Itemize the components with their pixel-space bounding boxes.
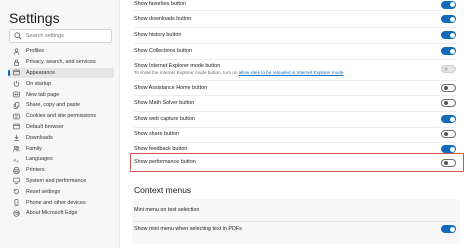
languages-icon: Aa: [12, 155, 20, 163]
sidebar-item-label: On startup: [26, 80, 52, 87]
downloads-toggle[interactable]: [441, 15, 456, 23]
setting-label: Show share button: [134, 130, 179, 137]
sidebar-item-label: Cookies and site permissions: [26, 113, 97, 120]
search-icon: [14, 32, 22, 40]
sidebar-nav: Profiles Privacy, search, and services A…: [8, 46, 114, 219]
sidebar-item-label: Family: [26, 145, 42, 152]
setting-row-downloads: Show downloads button: [134, 12, 456, 26]
sidebar-item-label: Privacy, search, and services: [26, 59, 96, 66]
system-icon: [12, 177, 20, 185]
sidebar-item-downloads[interactable]: Downloads: [8, 132, 114, 143]
ie-mode-toggle[interactable]: [441, 65, 456, 73]
sidebar-item-reset-settings[interactable]: Reset settings: [8, 186, 114, 197]
settings-main: Show favorites button Show downloads but…: [120, 0, 474, 248]
sidebar-item-languages[interactable]: Aa Languages: [8, 154, 114, 165]
row-divider: [134, 10, 456, 11]
setting-label: Show favorites button: [134, 1, 186, 8]
sidebar-item-label: Printers: [26, 167, 45, 174]
sidebar-item-share-copy-paste[interactable]: Share, copy and paste: [8, 100, 114, 111]
sidebar-item-label: Reset settings: [26, 188, 61, 195]
sidebar-item-system-performance[interactable]: System and performance: [8, 176, 114, 187]
setting-label: Show Internet Explorer mode button: [134, 62, 221, 69]
sidebar-item-label: System and performance: [26, 177, 87, 184]
setting-row-share: Show share button: [134, 127, 456, 141]
setting-row-performance: Show performance button: [134, 155, 456, 170]
sidebar-item-about-edge[interactable]: About Microsoft Edge: [8, 208, 114, 219]
sidebar-item-appearance[interactable]: Appearance: [8, 67, 114, 79]
setting-label: Show mini menu when selecting text in PD…: [134, 225, 242, 232]
printer-icon: [12, 166, 20, 174]
history-toggle[interactable]: [441, 31, 456, 39]
favorites-toggle[interactable]: [441, 0, 456, 9]
sidebar-item-label: Profiles: [26, 48, 44, 55]
sidebar-item-family[interactable]: Family: [8, 143, 114, 154]
setting-label: Show web capture button: [134, 115, 195, 122]
share-toggle[interactable]: [441, 130, 456, 138]
sidebar-item-profiles[interactable]: Profiles: [8, 46, 114, 57]
family-icon: [12, 145, 20, 153]
setting-row-mini-menu-pdf: Show mini menu when selecting text in PD…: [134, 222, 456, 236]
setting-label: Show Collections button: [134, 47, 192, 54]
setting-row-assistance-home: Show Assistance Home button: [134, 81, 456, 95]
setting-text-block: Show Internet Explorer mode button To sh…: [134, 63, 343, 76]
setting-label: Mini menu on text selection: [134, 206, 200, 213]
sidebar-item-label: New tab page: [26, 91, 60, 98]
sidebar-item-label: Default browser: [26, 123, 64, 130]
svg-text:a: a: [16, 159, 18, 163]
setting-label: Show feedback button: [134, 145, 188, 152]
appearance-icon: [12, 69, 20, 77]
setting-row-favorites: Show favorites button: [134, 0, 456, 9]
setting-row-mini-menu: Mini menu on text selection: [134, 203, 456, 217]
new-tab-icon: [12, 91, 20, 99]
share-icon: [12, 101, 20, 109]
setting-label: Show Math Solver button: [134, 99, 195, 106]
search-input[interactable]: [26, 31, 106, 41]
collections-toggle[interactable]: [441, 47, 456, 55]
sidebar-item-new-tab-page[interactable]: New tab page: [8, 89, 114, 100]
setting-row-history: Show history button: [134, 28, 456, 42]
assistance-home-toggle[interactable]: [441, 84, 456, 92]
sidebar-item-label: Share, copy and paste: [26, 102, 80, 109]
reset-icon: [12, 188, 20, 196]
settings-sidebar: Settings Profiles Privacy, search, and s…: [0, 0, 120, 248]
sidebar-title: Settings: [9, 10, 60, 26]
cookie-icon: [12, 112, 20, 120]
setting-label: Show downloads button: [134, 15, 192, 22]
mini-menu-pdf-toggle[interactable]: [441, 225, 456, 233]
sidebar-item-cookies[interactable]: Cookies and site permissions: [8, 111, 114, 122]
sidebar-item-phone-devices[interactable]: Phone and other devices: [8, 197, 114, 208]
setting-row-ie-mode: Show Internet Explorer mode button To sh…: [134, 60, 456, 78]
setting-description: To show the Internet Explorer mode butto…: [134, 70, 343, 76]
setting-label: Show performance button: [134, 159, 196, 166]
edge-icon: [12, 209, 20, 217]
ie-mode-settings-link[interactable]: allow sites to be reloaded in Internet E…: [239, 70, 344, 75]
sidebar-item-label: Phone and other devices: [26, 199, 86, 206]
setting-row-math-solver: Show Math Solver button: [134, 96, 456, 110]
person-icon: [12, 47, 20, 55]
setting-label: Show history button: [134, 31, 182, 38]
web-capture-toggle[interactable]: [441, 115, 456, 123]
download-icon: [12, 134, 20, 142]
lock-icon: [12, 58, 20, 66]
power-icon: [12, 80, 20, 88]
description-text: To show the Internet Explorer mode butto…: [134, 69, 238, 75]
setting-row-collections: Show Collections button: [134, 44, 456, 58]
sidebar-item-label: Languages: [26, 156, 53, 163]
sidebar-item-privacy[interactable]: Privacy, search, and services: [8, 57, 114, 68]
performance-toggle[interactable]: [441, 158, 456, 167]
section-title-context-menus: Context menus: [134, 185, 192, 195]
sidebar-item-default-browser[interactable]: Default browser: [8, 122, 114, 133]
math-solver-toggle[interactable]: [441, 99, 456, 107]
sidebar-item-on-startup[interactable]: On startup: [8, 78, 114, 89]
browser-icon: [12, 123, 20, 131]
sidebar-item-label: Downloads: [26, 134, 53, 141]
phone-icon: [12, 199, 20, 207]
sidebar-item-printers[interactable]: Printers: [8, 165, 114, 176]
search-box[interactable]: [9, 29, 112, 43]
sidebar-item-label: About Microsoft Edge: [26, 210, 78, 217]
setting-label: Show Assistance Home button: [134, 84, 208, 91]
feedback-toggle[interactable]: [441, 145, 456, 153]
setting-row-web-capture: Show web capture button: [134, 112, 456, 126]
sidebar-item-label: Appearance: [26, 69, 56, 76]
